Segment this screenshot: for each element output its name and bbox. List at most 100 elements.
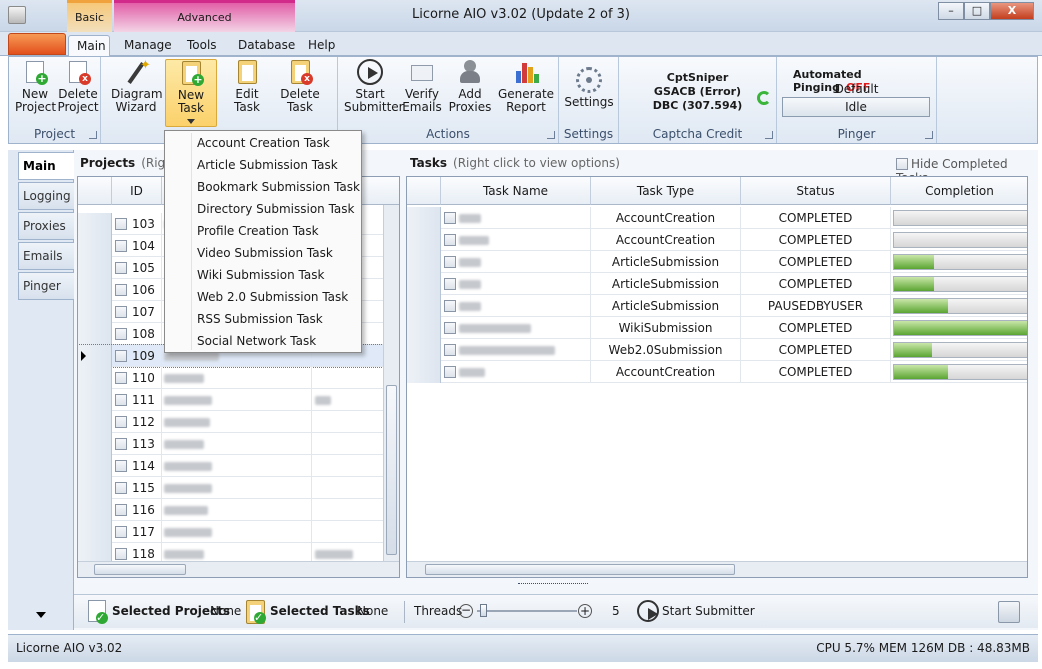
project-checkbox[interactable] — [115, 548, 127, 560]
new-task-menu-item[interactable]: Web 2.0 Submission Task — [197, 286, 348, 308]
captcha-group-launcher[interactable] — [765, 131, 773, 139]
actions-group-launcher[interactable] — [547, 131, 555, 139]
project-row[interactable]: 110 — [78, 367, 399, 389]
projects-horizontal-thumb[interactable] — [94, 564, 186, 575]
settings-button[interactable]: Settings — [563, 67, 615, 109]
start-submitter-label[interactable]: Start Submitter — [662, 604, 755, 618]
row-header[interactable] — [78, 521, 112, 543]
threads-slider-thumb[interactable] — [480, 604, 487, 617]
new-task-menu-item[interactable]: RSS Submission Task — [197, 308, 323, 330]
row-header[interactable] — [78, 301, 112, 323]
new-task-menu-item[interactable]: Wiki Submission Task — [197, 264, 324, 286]
task-row[interactable]: AccountCreation COMPLETED — [407, 361, 1027, 383]
start-submitter-button[interactable] — [637, 600, 659, 622]
project-checkbox[interactable] — [115, 504, 127, 516]
task-row[interactable]: WikiSubmission COMPLETED — [407, 317, 1027, 339]
pinging-status-button[interactable]: Idle — [782, 97, 930, 117]
chevron-down-icon[interactable] — [36, 612, 46, 618]
row-header[interactable] — [78, 257, 112, 279]
task-row[interactable]: ArticleSubmission COMPLETED — [407, 251, 1027, 273]
tasks-header-type[interactable]: Task Type — [591, 177, 741, 205]
tab-manage[interactable]: Manage — [116, 35, 180, 56]
project-group-launcher[interactable] — [89, 131, 97, 139]
add-proxies-button[interactable]: Add Proxies — [448, 59, 492, 114]
row-header[interactable] — [78, 433, 112, 455]
new-task-menu-item[interactable]: Bookmark Submission Task — [197, 176, 360, 198]
row-header[interactable] — [407, 339, 441, 361]
project-checkbox[interactable] — [115, 284, 127, 296]
tasks-header-name[interactable]: Task Name — [441, 177, 591, 205]
project-checkbox[interactable] — [115, 394, 127, 406]
task-checkbox[interactable] — [444, 300, 456, 312]
task-checkbox[interactable] — [444, 256, 456, 268]
projects-vertical-scrollbar[interactable] — [383, 205, 399, 561]
task-checkbox[interactable] — [444, 366, 456, 378]
new-task-menu-item[interactable]: Video Submission Task — [197, 242, 333, 264]
new-task-menu-item[interactable]: Account Creation Task — [197, 132, 330, 154]
project-row[interactable]: 115 — [78, 477, 399, 499]
tasks-horizontal-thumb[interactable] — [425, 564, 735, 575]
edit-task-button[interactable]: Edit Task — [221, 59, 273, 114]
project-checkbox[interactable] — [115, 350, 127, 362]
hide-completed-checkbox[interactable] — [896, 158, 908, 170]
project-checkbox[interactable] — [115, 416, 127, 428]
verify-emails-button[interactable]: Verify Emails — [400, 59, 444, 114]
task-checkbox[interactable] — [444, 278, 456, 290]
side-tab-logging[interactable]: Logging — [18, 182, 76, 210]
project-row[interactable]: 111 — [78, 389, 399, 411]
project-row[interactable]: 112 — [78, 411, 399, 433]
new-task-button[interactable]: + New Task — [165, 59, 217, 127]
projects-vertical-thumb[interactable] — [386, 385, 397, 555]
task-checkbox[interactable] — [444, 234, 456, 246]
delete-project-button[interactable]: x Delete Project — [57, 59, 99, 114]
project-checkbox[interactable] — [115, 482, 127, 494]
task-checkbox[interactable] — [444, 322, 456, 334]
project-checkbox[interactable] — [115, 526, 127, 538]
project-row[interactable]: 116 — [78, 499, 399, 521]
row-header[interactable] — [78, 235, 112, 257]
tab-help[interactable]: Help — [300, 35, 343, 56]
tab-tools[interactable]: Tools — [179, 35, 225, 56]
row-header[interactable] — [78, 389, 112, 411]
task-row[interactable]: Web2.0Submission COMPLETED — [407, 339, 1027, 361]
project-row[interactable]: 117 — [78, 521, 399, 543]
task-row[interactable]: ArticleSubmission COMPLETED — [407, 273, 1027, 295]
project-checkbox[interactable] — [115, 240, 127, 252]
task-row[interactable]: AccountCreation COMPLETED — [407, 207, 1027, 229]
row-header[interactable] — [407, 207, 441, 229]
tasks-header-status[interactable]: Status — [741, 177, 891, 205]
row-header[interactable] — [407, 295, 441, 317]
projects-header-id[interactable]: ID — [112, 177, 162, 205]
row-header[interactable] — [78, 411, 112, 433]
side-tab-pinger[interactable]: Pinger — [18, 272, 76, 300]
start-submitter-ribbon-button[interactable]: Start Submitter — [344, 59, 404, 114]
threads-increase-button[interactable]: + — [578, 604, 592, 618]
delete-task-button[interactable]: x Delete Task — [279, 59, 321, 114]
row-header[interactable] — [78, 323, 112, 345]
new-task-menu-item[interactable]: Profile Creation Task — [197, 220, 319, 242]
row-header[interactable] — [78, 367, 112, 389]
project-row[interactable]: 114 — [78, 455, 399, 477]
row-header[interactable] — [78, 213, 112, 235]
new-task-menu-item[interactable]: Directory Submission Task — [197, 198, 354, 220]
row-header[interactable] — [407, 251, 441, 273]
project-checkbox[interactable] — [115, 328, 127, 340]
row-header[interactable] — [78, 499, 112, 521]
project-checkbox[interactable] — [115, 306, 127, 318]
task-row[interactable]: ArticleSubmission PAUSEDBYUSER — [407, 295, 1027, 317]
new-task-menu-item[interactable]: Social Network Task — [197, 330, 316, 352]
side-tab-proxies[interactable]: Proxies — [18, 212, 76, 240]
tab-main[interactable]: Main — [68, 35, 110, 56]
tasks-header-completion[interactable]: Completion — [891, 177, 1027, 205]
minimize-button[interactable]: – — [938, 2, 964, 20]
threads-slider[interactable] — [477, 604, 577, 617]
row-header[interactable] — [78, 279, 112, 301]
row-header[interactable] — [407, 361, 441, 383]
project-checkbox[interactable] — [115, 438, 127, 450]
application-button[interactable] — [8, 33, 66, 55]
toolbar-menu-button[interactable] — [998, 601, 1020, 623]
diagram-wizard-button[interactable]: ✦ Diagram Wizard — [111, 59, 163, 114]
project-row[interactable]: 113 — [78, 433, 399, 455]
row-header[interactable] — [78, 477, 112, 499]
side-tab-emails[interactable]: Emails — [18, 242, 76, 270]
